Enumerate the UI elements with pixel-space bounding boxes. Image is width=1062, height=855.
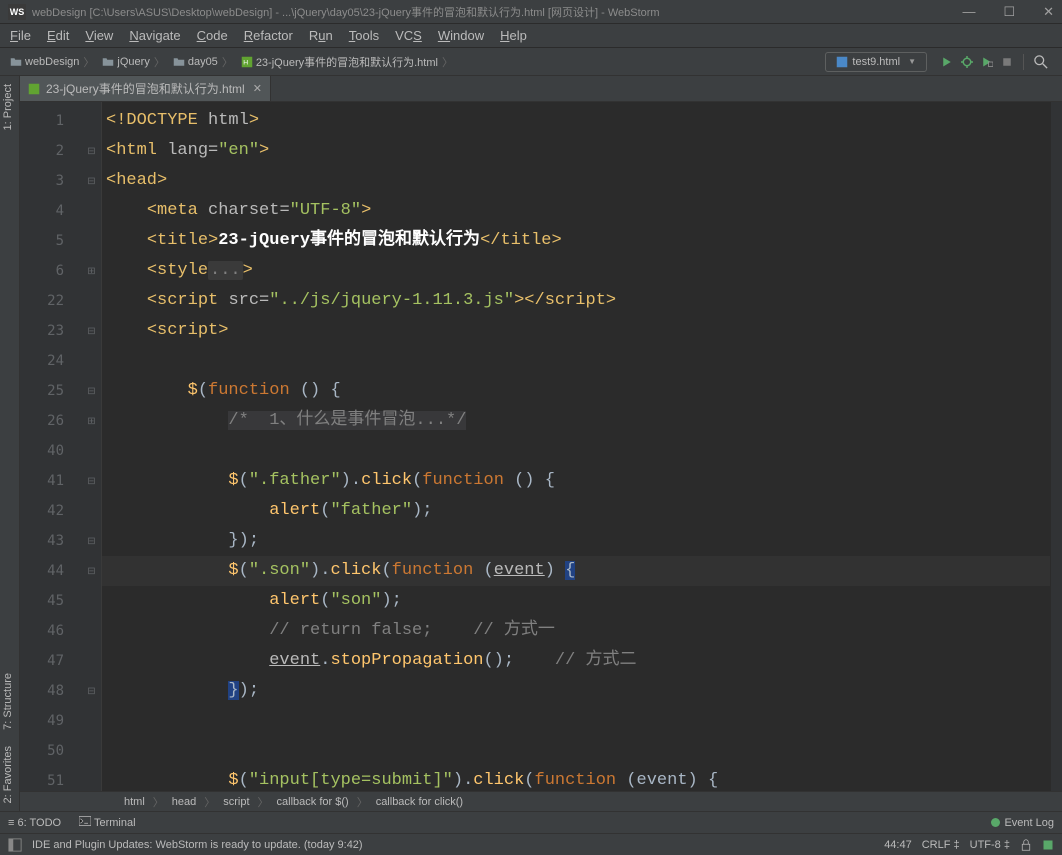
- navigation-bar: webDesign〉 jQuery〉 day05〉 H 23-jQuery事件的…: [0, 48, 1062, 76]
- folder-icon: [173, 56, 185, 68]
- lock-icon[interactable]: [1020, 839, 1032, 851]
- menu-navigate[interactable]: Navigate: [121, 28, 188, 43]
- window-controls: — ☐ ✕: [962, 4, 1054, 20]
- fold-toggle-icon[interactable]: ⊞: [82, 256, 101, 286]
- editor-tab[interactable]: 23-jQuery事件的冒泡和默认行为.html ✕: [20, 76, 271, 101]
- html-icon: H: [241, 56, 253, 68]
- menu-edit[interactable]: Edit: [39, 28, 77, 43]
- fold-gutter: ⊟ ⊟ ⊞ ⊟ ⊟ ⊞ ⊟ ⊟ ⊟ ⊟: [82, 102, 102, 791]
- breadcrumb-item[interactable]: H 23-jQuery事件的冒泡和默认行为.html〉: [237, 54, 457, 70]
- tab-close-icon[interactable]: ✕: [253, 82, 262, 95]
- stop-icon[interactable]: [1001, 56, 1013, 68]
- fold-toggle-icon[interactable]: ⊟: [82, 526, 101, 556]
- left-tool-strip: 1: Project 7: Structure 2: Favorites: [0, 76, 20, 811]
- line-separator[interactable]: CRLF ‡: [922, 839, 960, 851]
- minimize-icon[interactable]: —: [962, 4, 975, 20]
- vertical-scrollbar[interactable]: [1050, 102, 1062, 791]
- breadcrumb-item[interactable]: jQuery〉: [98, 54, 168, 70]
- fold-toggle-icon[interactable]: ⊟: [82, 136, 101, 166]
- breadcrumb-item[interactable]: webDesign〉: [6, 54, 98, 70]
- inspector-icon[interactable]: [1042, 839, 1054, 851]
- fold-toggle-icon[interactable]: ⊟: [82, 166, 101, 196]
- breadcrumb-node[interactable]: callback for click(): [372, 796, 467, 808]
- tool-window-todo[interactable]: ≡ 6: TODO: [8, 817, 61, 829]
- chevron-down-icon: ▼: [908, 57, 916, 66]
- close-icon[interactable]: ✕: [1043, 4, 1054, 20]
- folder-icon: [10, 56, 22, 68]
- maximize-icon[interactable]: ☐: [1003, 4, 1015, 20]
- status-bar: IDE and Plugin Updates: WebStorm is read…: [0, 833, 1062, 855]
- status-message: IDE and Plugin Updates: WebStorm is read…: [32, 839, 363, 851]
- run-with-coverage-icon[interactable]: [981, 56, 993, 68]
- menu-view[interactable]: View: [77, 28, 121, 43]
- editor-tabs: 23-jQuery事件的冒泡和默认行为.html ✕: [20, 76, 1062, 102]
- run-icon[interactable]: [941, 56, 953, 68]
- breadcrumb-node[interactable]: head: [168, 796, 200, 808]
- title-bar: WS webDesign [C:\Users\ASUS\Desktop\webD…: [0, 0, 1062, 24]
- svg-text:H: H: [243, 59, 248, 66]
- menu-bar: File Edit View Navigate Code Refactor Ru…: [0, 24, 1062, 48]
- breadcrumb-item[interactable]: day05〉: [169, 54, 237, 70]
- bottom-tool-strip: ≡ 6: TODO Terminal Event Log: [0, 811, 1062, 833]
- status-icon[interactable]: [8, 838, 22, 852]
- debug-icon[interactable]: [961, 56, 973, 68]
- tool-window-favorites[interactable]: 2: Favorites: [0, 738, 19, 811]
- search-icon[interactable]: [1034, 55, 1048, 69]
- terminal-icon: [79, 816, 91, 826]
- breadcrumb-node[interactable]: callback for $(): [273, 796, 353, 808]
- app-icon: WS: [8, 4, 26, 20]
- main-panel: 1: Project 7: Structure 2: Favorites 23-…: [0, 76, 1062, 811]
- run-configuration-selector[interactable]: test9.html ▼: [825, 52, 927, 72]
- tool-window-structure[interactable]: 7: Structure: [0, 665, 19, 738]
- menu-tools[interactable]: Tools: [341, 28, 387, 43]
- file-encoding[interactable]: UTF-8 ‡: [970, 839, 1010, 851]
- tool-window-terminal[interactable]: Terminal: [79, 816, 135, 829]
- fold-toggle-icon[interactable]: ⊟: [82, 466, 101, 496]
- menu-code[interactable]: Code: [189, 28, 236, 43]
- menu-help[interactable]: Help: [492, 28, 535, 43]
- menu-window[interactable]: Window: [430, 28, 492, 43]
- tool-window-event-log[interactable]: Event Log: [991, 817, 1054, 829]
- menu-run[interactable]: Run: [301, 28, 341, 43]
- html-icon: [28, 83, 40, 95]
- tool-window-project[interactable]: 1: Project: [0, 76, 19, 138]
- fold-toggle-icon[interactable]: ⊟: [82, 556, 101, 586]
- fold-toggle-icon[interactable]: ⊟: [82, 676, 101, 706]
- menu-file[interactable]: File: [2, 28, 39, 43]
- folder-icon: [102, 56, 114, 68]
- fold-toggle-icon[interactable]: ⊞: [82, 406, 101, 436]
- menu-refactor[interactable]: Refactor: [236, 28, 301, 43]
- fold-toggle-icon[interactable]: ⊟: [82, 376, 101, 406]
- cursor-position[interactable]: 44:47: [884, 839, 912, 851]
- breadcrumb-node[interactable]: html: [120, 796, 149, 808]
- code-content[interactable]: <!DOCTYPE html> <html lang="en"> <head> …: [102, 102, 1050, 791]
- editor-area: 23-jQuery事件的冒泡和默认行为.html ✕ 1 2 3 4 5 6 2…: [20, 76, 1062, 811]
- line-number-gutter: 1 2 3 4 5 6 22 23 24 25 26 40 41 42 43 4…: [20, 102, 82, 791]
- window-title: webDesign [C:\Users\ASUS\Desktop\webDesi…: [32, 4, 660, 20]
- notification-badge: [991, 818, 1000, 827]
- fold-toggle-icon[interactable]: ⊟: [82, 316, 101, 346]
- menu-vcs[interactable]: VCS: [387, 28, 430, 43]
- code-editor[interactable]: 1 2 3 4 5 6 22 23 24 25 26 40 41 42 43 4…: [20, 102, 1062, 791]
- html-icon: [836, 56, 848, 68]
- divider: [1023, 54, 1024, 70]
- code-breadcrumb: html〉 head〉 script〉 callback for $()〉 ca…: [20, 791, 1062, 811]
- breadcrumb-node[interactable]: script: [219, 796, 253, 808]
